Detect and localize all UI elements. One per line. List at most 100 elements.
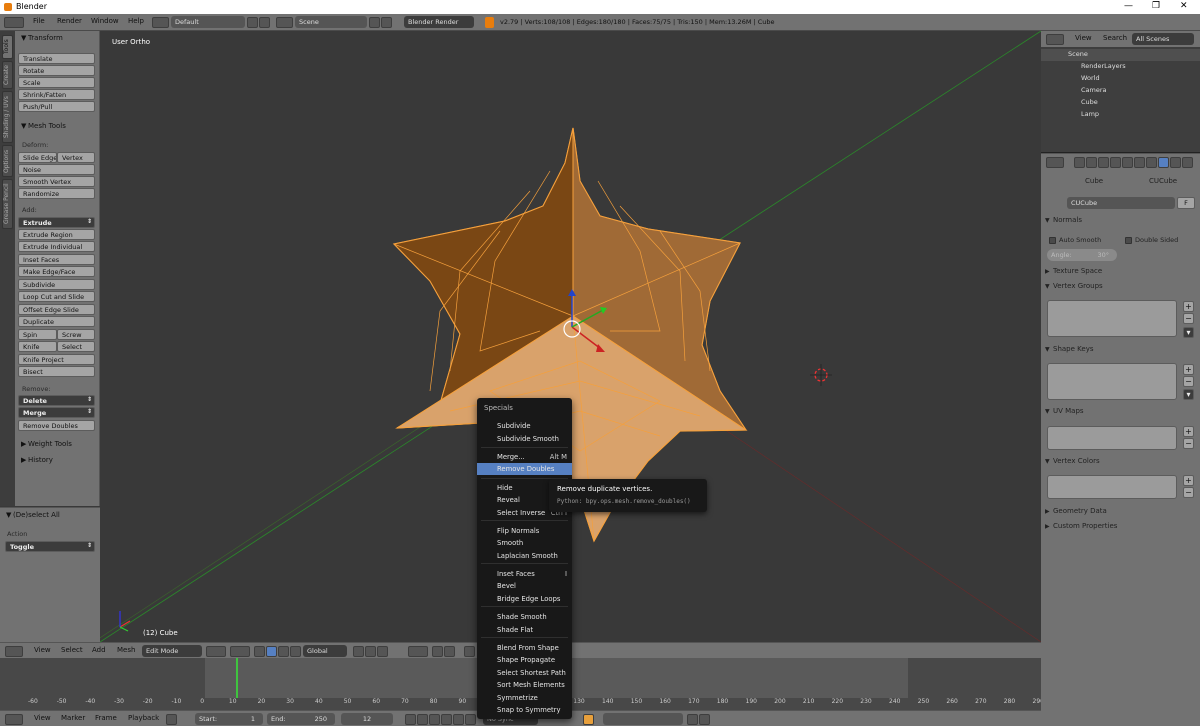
vertex-groups-list[interactable] [1047,300,1177,337]
outliner-menu-search[interactable]: Search [1103,34,1127,42]
jump-start-icon[interactable] [405,714,416,725]
scale-button[interactable]: Scale [18,77,95,88]
outliner-item-camera[interactable]: Camera [1041,85,1200,97]
slide-vertex-button[interactable]: Vertex [57,152,95,163]
menu-item-blend-from-shape[interactable]: Blend From Shape [477,642,572,654]
insert-keyframe-icon[interactable] [687,714,698,725]
pivot-point-icon[interactable] [230,646,250,657]
play-icon[interactable] [441,714,452,725]
layout-icon[interactable] [152,17,169,28]
end-frame-field[interactable]: End: 250 [267,713,335,725]
knife-select-button[interactable]: Select [57,341,95,352]
translate-manipulator-icon[interactable] [266,646,277,657]
menu-marker[interactable]: Marker [61,714,85,722]
menu-item-inset-faces[interactable]: Inset Faces I [477,568,572,580]
make-edge-face-button[interactable]: Make Edge/Face [18,266,95,277]
remove-scene-button[interactable] [381,17,392,28]
add-shape-key-button[interactable]: + [1183,364,1194,375]
uv-maps-panel-header[interactable]: ▼ UV Maps [1045,407,1198,419]
world-tab-icon[interactable] [1110,157,1121,168]
add-uv-map-button[interactable]: + [1183,426,1194,437]
vertex-group-specials-button[interactable]: ▾ [1183,327,1194,338]
mode-select[interactable]: Edit Mode [142,645,202,657]
spin-button[interactable]: Spin [18,329,57,340]
double-sided-checkbox[interactable]: Double Sided [1125,236,1178,244]
auto-smooth-checkbox[interactable]: Auto Smooth [1049,236,1101,244]
material-tab-icon[interactable] [1170,157,1181,168]
render-preview-icon[interactable] [464,646,475,657]
menu-add[interactable]: Add [92,646,106,654]
menu-frame[interactable]: Frame [95,714,117,722]
scale-manipulator-icon[interactable] [290,646,301,657]
snap-element-icon[interactable] [444,646,455,657]
custom-properties-panel-header[interactable]: ▶ Custom Properties [1045,522,1198,534]
editor-type-icon[interactable] [1046,157,1064,168]
remove-vertex-color-button[interactable]: − [1183,487,1194,498]
layout-field[interactable]: Default [171,16,245,28]
menu-help[interactable]: Help [128,17,144,25]
shrink-fatten-button[interactable]: Shrink/Fatten [18,89,95,100]
scene-field[interactable]: Scene [295,16,367,28]
menu-item-symmetrize[interactable]: Symmetrize [477,692,572,704]
keying-set-field[interactable] [603,713,683,725]
maximize-button[interactable]: ❐ [1152,1,1160,11]
menu-file[interactable]: File [33,17,45,25]
duplicate-button[interactable]: Duplicate [18,316,95,327]
outliner-item-renderlayers[interactable]: RenderLayers [1041,61,1200,73]
menu-item-shape-propagate[interactable]: Shape Propagate [477,654,572,666]
texture-space-panel-header[interactable]: ▶ Texture Space [1045,267,1198,279]
menu-render[interactable]: Render [57,17,82,25]
extrude-individual-button[interactable]: Extrude Individual [18,241,95,252]
remove-shape-key-button[interactable]: − [1183,376,1194,387]
tab-tools[interactable]: Tools [2,35,13,59]
rotate-button[interactable]: Rotate [18,65,95,76]
outliner-item-lamp[interactable]: Lamp [1041,109,1200,121]
outliner-item-cube[interactable]: Cube [1041,97,1200,109]
menu-item-bridge-edge-loops[interactable]: Bridge Edge Loops [477,593,572,605]
menu-item-subdivide[interactable]: Subdivide [477,420,572,432]
outliner-item-scene[interactable]: Scene [1041,49,1200,61]
edge-select-icon[interactable] [365,646,376,657]
menu-item-smooth[interactable]: Smooth [477,537,572,549]
menu-item-bevel[interactable]: Bevel [477,580,572,592]
object-tab-icon[interactable] [1122,157,1133,168]
face-select-icon[interactable] [377,646,388,657]
mesh-data-tab-icon[interactable] [1158,157,1169,168]
menu-item-sort-mesh-elements[interactable]: Sort Mesh Elements [477,679,572,691]
keying-set-icon[interactable] [583,714,594,725]
vertex-select-icon[interactable] [353,646,364,657]
vertex-groups-panel-header[interactable]: ▼ Vertex Groups [1045,282,1198,294]
render-tab-icon[interactable] [1074,157,1085,168]
current-frame-field[interactable]: 12 [341,713,393,725]
loop-cut-button[interactable]: Loop Cut and Slide [18,291,95,302]
orientation-select[interactable]: Global [303,645,347,657]
editor-type-icon[interactable] [1046,34,1064,45]
randomize-button[interactable]: Randomize [18,188,95,199]
viewport-shading-icon[interactable] [206,646,226,657]
redo-panel-header[interactable]: ▼ (De)select All [2,510,98,522]
scene-tab-icon[interactable] [1098,157,1109,168]
outliner-item-world[interactable]: World [1041,73,1200,85]
menu-window[interactable]: Window [91,17,119,25]
render-layers-tab-icon[interactable] [1086,157,1097,168]
editor-type-icon[interactable] [4,17,24,28]
shape-key-specials-button[interactable]: ▾ [1183,389,1194,400]
menu-item-remove-doubles[interactable]: Remove Doubles [477,463,572,475]
menu-item-merge[interactable]: Merge... Alt M [477,451,572,463]
constraints-tab-icon[interactable] [1134,157,1145,168]
weight-tools-panel-header[interactable]: ▶ Weight Tools [17,439,97,451]
remove-doubles-button[interactable]: Remove Doubles [18,420,95,431]
shape-keys-panel-header[interactable]: ▼ Shape Keys [1045,345,1198,357]
translate-button[interactable]: Translate [18,53,95,64]
menu-item-shade-smooth[interactable]: Shade Smooth [477,611,572,623]
fake-user-button[interactable]: F [1177,197,1195,209]
action-select[interactable]: Toggle [5,541,95,552]
menu-view[interactable]: View [34,646,51,654]
proportional-edit-icon[interactable] [408,646,428,657]
remove-vertex-group-button[interactable]: − [1183,313,1194,324]
prev-keyframe-icon[interactable] [417,714,428,725]
noise-button[interactable]: Noise [18,164,95,175]
shape-keys-list[interactable] [1047,363,1177,400]
merge-menu[interactable]: Merge [18,407,95,418]
menu-view[interactable]: View [34,714,51,722]
